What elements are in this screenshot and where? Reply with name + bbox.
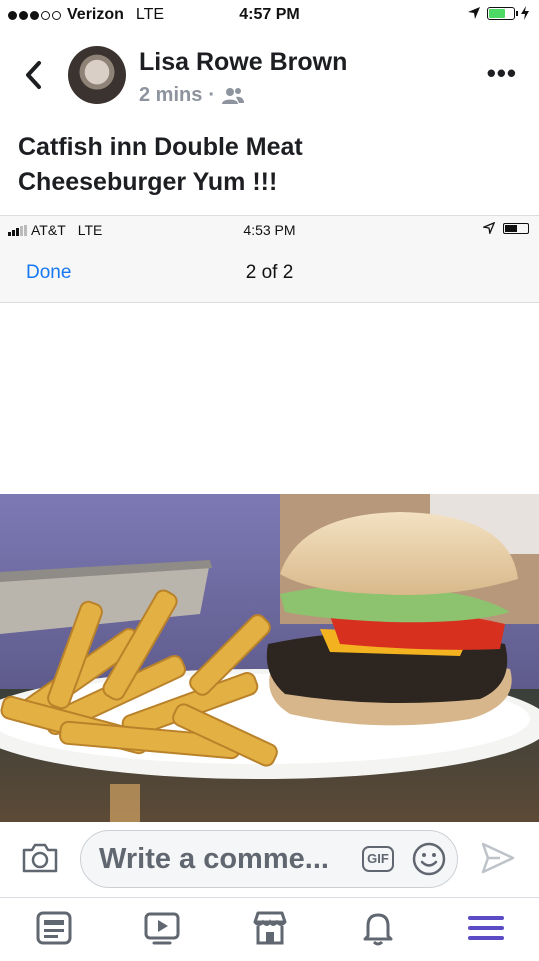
post-time[interactable]: 2 mins <box>139 84 202 107</box>
battery-icon <box>487 6 518 20</box>
location-arrow-icon <box>468 7 480 19</box>
battery-icon <box>503 222 529 234</box>
more-options-icon[interactable]: ••• <box>487 58 517 89</box>
news-feed-icon[interactable] <box>34 908 74 948</box>
comment-placeholder: Write a comme... <box>99 843 329 875</box>
marketplace-icon[interactable] <box>250 908 290 948</box>
avatar[interactable] <box>68 46 126 104</box>
menu-icon[interactable] <box>466 908 506 948</box>
burger-photo[interactable] <box>0 494 539 822</box>
back-icon[interactable] <box>20 58 48 92</box>
send-icon[interactable] <box>480 840 516 876</box>
emoji-icon[interactable] <box>412 842 446 876</box>
inner-status-right <box>483 222 529 234</box>
notifications-icon[interactable] <box>358 908 398 948</box>
status-bar: Verizon LTE 4:57 PM <box>0 0 539 32</box>
post-text: Catfish inn Double Meat Cheeseburger Yum… <box>18 133 303 196</box>
camera-icon[interactable] <box>20 840 60 876</box>
status-right <box>467 6 529 20</box>
friends-icon <box>222 87 245 104</box>
author-name[interactable]: Lisa Rowe Brown <box>139 48 347 77</box>
inner-screenshot: AT&T LTE 4:53 PM Done 2 of 2 <box>0 215 539 303</box>
location-arrow-icon <box>483 222 495 234</box>
gif-button[interactable]: GIF <box>362 846 394 872</box>
watch-icon[interactable] <box>142 908 182 948</box>
photo-counter: 2 of 2 <box>245 262 294 283</box>
inner-status-bar: AT&T LTE 4:53 PM <box>0 222 539 242</box>
status-time: 4:57 PM <box>239 6 300 23</box>
charging-bolt-icon <box>521 6 529 20</box>
meta-separator: · <box>208 84 216 106</box>
post-meta: 2 mins · <box>139 84 245 107</box>
comment-input[interactable]: Write a comme... <box>80 830 458 888</box>
inner-time: 4:53 PM <box>243 222 296 238</box>
